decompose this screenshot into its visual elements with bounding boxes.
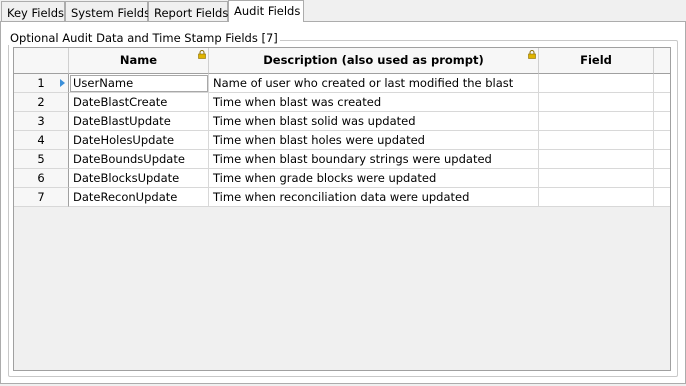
name-cell[interactable]: DateBlocksUpdate xyxy=(69,169,209,188)
column-header-description[interactable]: Description (also used as prompt) xyxy=(209,48,539,74)
column-header-name-label: Name xyxy=(119,53,158,67)
name-cell[interactable]: DateHolesUpdate xyxy=(69,131,209,150)
row-header[interactable]: 4 xyxy=(14,131,69,150)
tab-report-fields[interactable]: Report Fields xyxy=(148,1,228,21)
name-cell[interactable]: DateBoundsUpdate xyxy=(69,150,209,169)
filler-cell xyxy=(654,169,670,188)
field-cell[interactable] xyxy=(539,93,654,112)
column-header-name[interactable]: Name xyxy=(69,48,209,74)
filler-cell xyxy=(654,74,670,93)
tab-strip: Key Fields System Fields Report Fields A… xyxy=(0,0,686,22)
field-cell[interactable] xyxy=(539,169,654,188)
table-row[interactable]: 2 DateBlastCreate Time when blast was crea… xyxy=(14,93,670,112)
filler-cell xyxy=(654,112,670,131)
tab-system-fields[interactable]: System Fields xyxy=(65,1,150,21)
field-cell[interactable] xyxy=(539,188,654,207)
lock-icon xyxy=(198,50,206,59)
row-header[interactable]: 3 xyxy=(14,112,69,131)
row-number: 3 xyxy=(37,114,45,128)
current-row-arrow-icon xyxy=(60,79,65,87)
name-cell[interactable]: DateBlastCreate xyxy=(69,93,209,112)
row-number: 4 xyxy=(37,133,45,147)
row-header[interactable]: 2 xyxy=(14,93,69,112)
table-row[interactable]: 4 DateHolesUpdate Time when blast holes we… xyxy=(14,131,670,150)
field-cell[interactable] xyxy=(539,150,654,169)
table-row[interactable]: 3 DateBlastUpdate Time when blast solid wa… xyxy=(14,112,670,131)
description-cell[interactable]: Time when reconciliation data were updat… xyxy=(209,188,539,207)
table-row[interactable]: 7 DateReconUpdate Time when reconciliation… xyxy=(14,188,670,207)
row-number: 1 xyxy=(37,76,45,90)
tab-key-fields[interactable]: Key Fields xyxy=(1,1,65,21)
filler-cell xyxy=(654,93,670,112)
tab-audit-fields[interactable]: Audit Fields xyxy=(228,0,304,22)
field-cell[interactable] xyxy=(539,74,654,93)
description-cell[interactable]: Time when blast holes were updated xyxy=(209,131,539,150)
table-row[interactable]: 6 DateBlocksUpdate Time when grade blocks … xyxy=(14,169,670,188)
row-header[interactable]: 7 xyxy=(14,188,69,207)
row-header[interactable]: 1 xyxy=(14,74,69,93)
name-cell[interactable]: DateReconUpdate xyxy=(69,188,209,207)
name-cell[interactable]: UserName xyxy=(69,74,209,93)
lock-icon xyxy=(528,50,536,59)
audit-fields-grid[interactable]: Name Description (also used as prompt) F… xyxy=(13,47,671,371)
table-row[interactable]: 1 UserName Name of user who created or las… xyxy=(14,74,670,93)
column-header-filler xyxy=(654,48,670,74)
filler-cell xyxy=(654,188,670,207)
row-header[interactable]: 6 xyxy=(14,169,69,188)
column-header-description-label: Description (also used as prompt) xyxy=(263,53,484,67)
filler-cell xyxy=(654,131,670,150)
group-title: Optional Audit Data and Time Stamp Field… xyxy=(8,31,280,45)
filler-cell xyxy=(654,150,670,169)
row-number: 7 xyxy=(37,190,45,204)
row-header[interactable]: 5 xyxy=(14,150,69,169)
name-cell[interactable]: DateBlastUpdate xyxy=(69,112,209,131)
description-cell[interactable]: Time when blast solid was updated xyxy=(209,112,539,131)
row-number: 5 xyxy=(37,152,45,166)
table-row[interactable]: 5 DateBoundsUpdate Time when blast boundar… xyxy=(14,150,670,169)
row-number: 6 xyxy=(37,171,45,185)
description-cell[interactable]: Time when grade blocks were updated xyxy=(209,169,539,188)
description-cell[interactable]: Name of user who created or last modifie… xyxy=(209,74,539,93)
field-cell[interactable] xyxy=(539,131,654,150)
description-cell[interactable]: Time when blast was created xyxy=(209,93,539,112)
row-number: 2 xyxy=(37,95,45,109)
column-header-field[interactable]: Field xyxy=(539,48,654,74)
description-cell[interactable]: Time when blast boundary strings were up… xyxy=(209,150,539,169)
field-cell[interactable] xyxy=(539,112,654,131)
row-header-corner xyxy=(14,48,69,74)
